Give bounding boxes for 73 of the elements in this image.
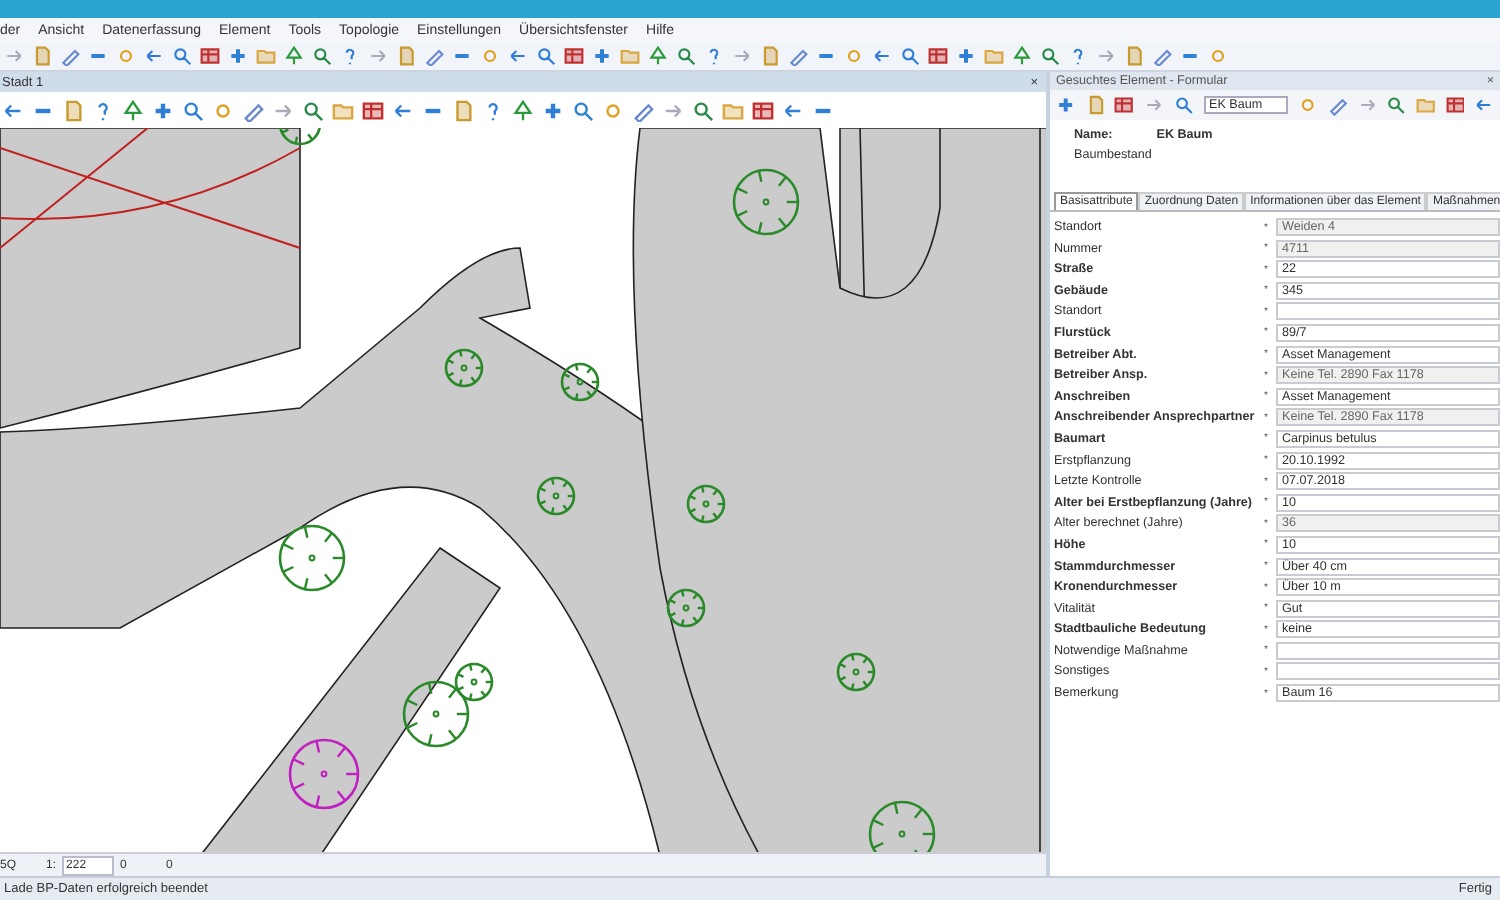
table-icon[interactable] (200, 46, 220, 66)
arrow-right-icon[interactable] (732, 46, 752, 66)
table-icon[interactable] (752, 99, 774, 121)
tree-icon[interactable] (512, 99, 534, 121)
pencil-icon[interactable] (424, 46, 444, 66)
pencil-icon[interactable] (788, 46, 808, 66)
zoom-icon[interactable] (302, 99, 324, 121)
table-icon[interactable] (564, 46, 584, 66)
arrow-right-icon[interactable] (662, 99, 684, 121)
plus-icon[interactable] (592, 46, 612, 66)
folder-icon[interactable] (620, 46, 640, 66)
zoom-icon[interactable] (536, 46, 556, 66)
arrow-right-icon[interactable] (368, 46, 388, 66)
arrow-right-icon[interactable] (4, 46, 24, 66)
folder-icon[interactable] (722, 99, 744, 121)
arrow-right-icon[interactable] (1096, 46, 1116, 66)
document-icon[interactable] (32, 46, 52, 66)
arrow-left-icon[interactable] (2, 99, 24, 121)
zoom-icon[interactable] (1173, 94, 1194, 116)
plus-icon[interactable] (228, 46, 248, 66)
zoom-icon[interactable] (900, 46, 920, 66)
pencil-icon[interactable] (60, 46, 80, 66)
folder-icon[interactable] (1415, 94, 1436, 116)
arrow-left-icon[interactable] (872, 46, 892, 66)
document-icon[interactable] (760, 46, 780, 66)
zoom-icon[interactable] (676, 46, 696, 66)
arrow-right-icon[interactable] (1144, 94, 1164, 116)
help-icon[interactable] (1068, 46, 1088, 66)
tree-icon[interactable] (284, 46, 304, 66)
table-icon[interactable] (1445, 94, 1465, 116)
zoom-icon[interactable] (182, 99, 204, 121)
document-icon[interactable] (396, 46, 416, 66)
zoom-icon[interactable] (692, 99, 714, 121)
arrow-left-icon[interactable] (508, 46, 528, 66)
document-icon[interactable] (1085, 94, 1105, 116)
table-icon[interactable] (1114, 94, 1135, 116)
zoom-icon[interactable] (1386, 94, 1406, 116)
zoom-icon[interactable] (572, 99, 594, 121)
input-field[interactable] (1276, 641, 1500, 660)
arrow-left-icon[interactable] (782, 99, 804, 121)
zoom-icon[interactable] (172, 46, 192, 66)
zoom-icon[interactable] (1040, 46, 1060, 66)
help-icon[interactable] (482, 99, 504, 121)
pencil-icon[interactable] (1327, 94, 1348, 116)
tree-icon[interactable] (122, 99, 144, 121)
arrow-left-icon[interactable] (1474, 94, 1495, 116)
plus-icon[interactable] (956, 46, 976, 66)
tree-icon[interactable] (1012, 46, 1032, 66)
folder-icon[interactable] (332, 99, 354, 121)
zoom-icon[interactable] (312, 46, 332, 66)
table-icon[interactable] (928, 46, 948, 66)
folder-icon[interactable] (984, 46, 1004, 66)
arrow-left-icon[interactable] (144, 46, 164, 66)
arrow-right-icon[interactable] (1357, 94, 1377, 116)
document-icon[interactable] (1124, 46, 1144, 66)
pencil-icon[interactable] (1152, 46, 1172, 66)
pencil-icon[interactable] (242, 99, 264, 121)
input-field[interactable] (1276, 302, 1500, 321)
pencil-icon[interactable] (632, 99, 654, 121)
help-icon[interactable] (704, 46, 724, 66)
arrow-right-icon[interactable] (272, 99, 294, 121)
document-icon[interactable] (452, 99, 474, 121)
document-icon[interactable] (62, 99, 84, 121)
help-icon[interactable] (92, 99, 114, 121)
tree-icon[interactable] (648, 46, 668, 66)
plus-icon[interactable] (1056, 94, 1076, 116)
table-icon[interactable] (362, 99, 384, 121)
arrow-left-icon[interactable] (392, 99, 414, 121)
plus-icon[interactable] (152, 99, 174, 121)
plus-icon[interactable] (542, 99, 564, 121)
input-field[interactable] (1276, 662, 1500, 681)
help-icon[interactable] (340, 46, 360, 66)
folder-icon[interactable] (256, 46, 276, 66)
